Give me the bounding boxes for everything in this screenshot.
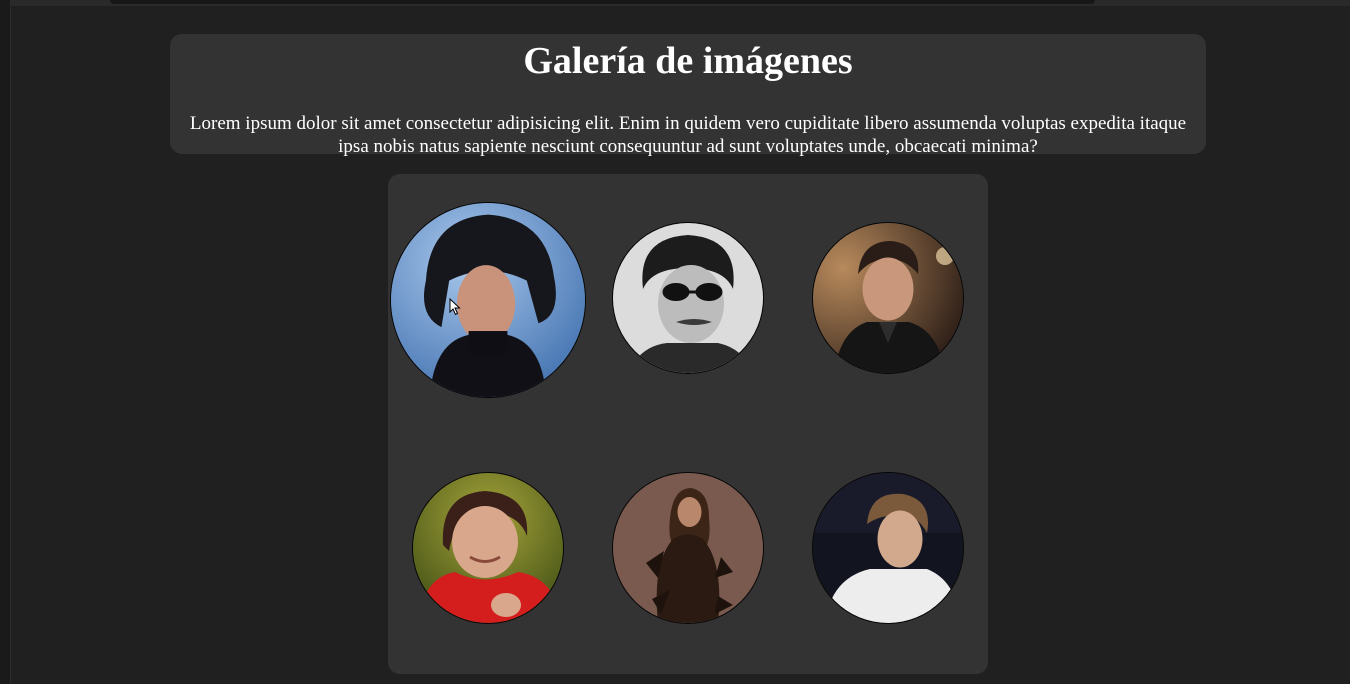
header-card: Galería de imágenes Lorem ipsum dolor si…	[170, 34, 1206, 157]
top-bar	[110, 0, 1095, 4]
gallery-image-5[interactable]	[612, 472, 764, 624]
gallery-image-6[interactable]	[812, 472, 964, 624]
window-left-edge	[0, 0, 11, 684]
page-description: Lorem ipsum dolor sit amet consectetur a…	[189, 113, 1187, 157]
gallery-image-1[interactable]	[390, 202, 586, 398]
mouse-cursor-icon	[449, 298, 461, 316]
page-title: Galería de imágenes	[523, 40, 853, 82]
image-gallery	[388, 174, 988, 674]
gallery-image-4[interactable]	[412, 472, 564, 624]
gallery-image-2[interactable]	[612, 222, 764, 374]
gallery-image-3[interactable]	[812, 222, 964, 374]
